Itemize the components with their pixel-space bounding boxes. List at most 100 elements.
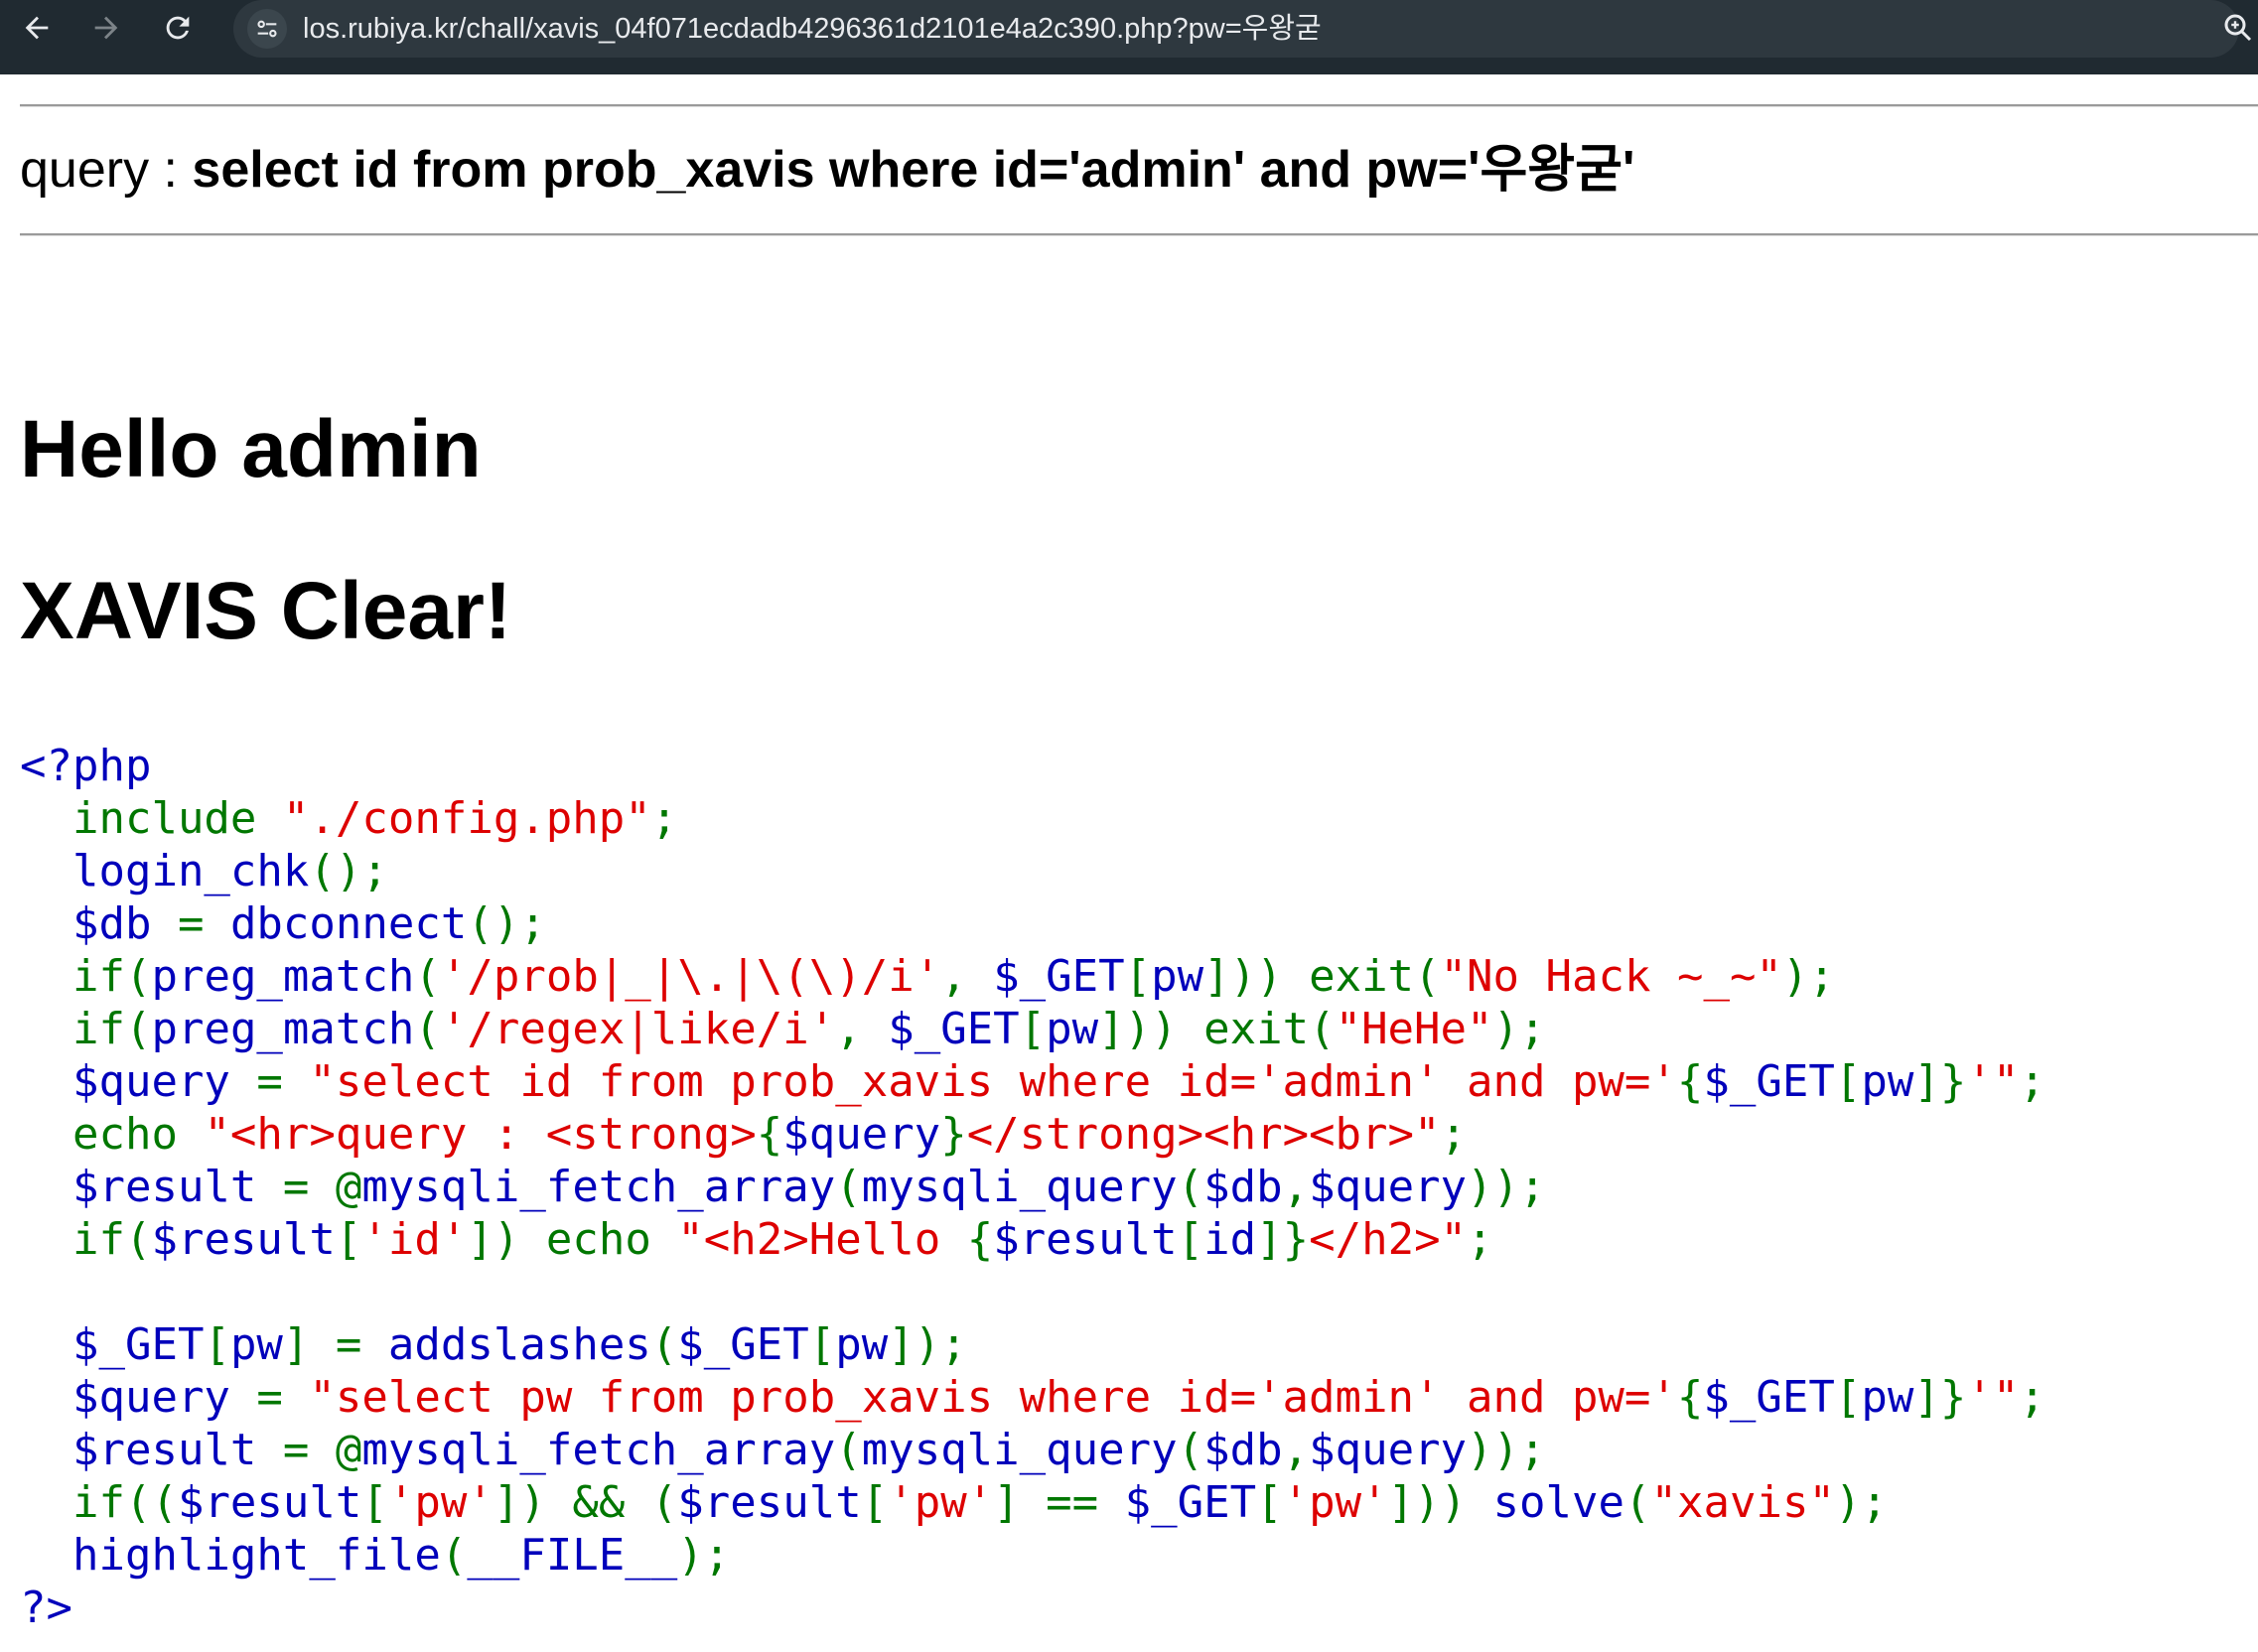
code-token: ( (1177, 1162, 1204, 1212)
site-info-button[interactable] (247, 9, 287, 49)
code-token: [ (1834, 1372, 1862, 1423)
code-token: highlight_file (20, 1530, 441, 1581)
code-token: pw (1861, 1056, 1914, 1107)
code-token: "No Hack ~_~" (1440, 951, 1782, 1002)
code-token: mysqli_query (861, 1162, 1178, 1212)
code-token: = @ (282, 1425, 362, 1475)
code-line: $query = "select id from prob_xavis wher… (20, 1055, 2046, 1108)
top-divider (20, 104, 2258, 107)
code-token: mysqli_query (861, 1425, 1178, 1475)
code-token: id (1203, 1214, 1257, 1265)
code-token: $result (20, 1425, 283, 1475)
code-token: preg_match (151, 1004, 415, 1054)
code-line: $result = @mysqli_fetch_array(mysqli_que… (20, 1161, 2046, 1213)
arrow-left-icon (25, 16, 49, 40)
code-token: , (835, 1004, 889, 1054)
code-line: highlight_file(__FILE__); (20, 1529, 2046, 1582)
code-line: ?> (20, 1582, 2046, 1634)
code-token: ; (2019, 1056, 2046, 1107)
code-token: pw (229, 1319, 283, 1370)
code-line: $db = dbconnect(); (20, 897, 2046, 950)
code-token: ]} (1256, 1214, 1310, 1265)
code-token: '" (1966, 1056, 2020, 1107)
code-token: "xavis" (1650, 1477, 1835, 1528)
code-token: ?> (20, 1583, 72, 1633)
code-token: )); (1467, 1162, 1546, 1212)
bottom-divider (20, 233, 2258, 236)
code-token: (); (309, 846, 388, 896)
code-token: dbconnect (229, 898, 468, 949)
code-token: $_GET (20, 1319, 205, 1370)
page-content: query : select id from prob_xavis where … (0, 74, 2258, 1652)
code-token: ); (1834, 1477, 1888, 1528)
code-token: ])) exit( (1203, 951, 1441, 1002)
code-token: (); (467, 898, 546, 949)
code-token: addslashes (387, 1319, 651, 1370)
code-token: '/prob|_|\.|\(\)/i' (440, 951, 941, 1002)
code-token: $result (151, 1214, 336, 1265)
code-token: $_GET (1124, 1477, 1257, 1528)
code-token: $result (20, 1162, 283, 1212)
code-token: { (966, 1214, 994, 1265)
back-button[interactable] (13, 4, 61, 52)
code-token: $_GET (677, 1319, 809, 1370)
query-label: query : (20, 141, 193, 199)
arrow-right-icon (94, 16, 118, 40)
code-token: [ (861, 1477, 889, 1528)
code-token: "<h2>Hello (677, 1214, 967, 1265)
hello-heading: Hello admin (20, 404, 482, 494)
zoom-icon[interactable] (2220, 10, 2256, 46)
code-token: [ (361, 1477, 388, 1528)
code-token: $result (993, 1214, 1178, 1265)
query-sql: select id from prob_xavis where id='admi… (192, 141, 1635, 199)
browser-toolbar: los.rubiya.kr/chall/xavis_04f071ecdadb42… (0, 0, 2258, 74)
code-token: if( (71, 1004, 152, 1054)
code-token: pw (1151, 951, 1204, 1002)
code-token: 'id' (361, 1214, 468, 1265)
code-token: mysqli_fetch_array (361, 1425, 836, 1475)
code-token: solve (1492, 1477, 1624, 1528)
code-token: ); (1492, 1004, 1546, 1054)
code-line: login_chk(); (20, 845, 2046, 897)
code-token: = (256, 1056, 310, 1107)
code-token: $db (20, 898, 178, 949)
code-token: 'pw' (888, 1477, 994, 1528)
code-token: ( (835, 1425, 862, 1475)
code-line: $_GET[pw] = addslashes($_GET[pw]); (20, 1318, 2046, 1371)
code-token: $_GET (888, 1004, 1020, 1054)
code-token: pw (1861, 1372, 1914, 1423)
code-token: ( (414, 951, 441, 1002)
url-text[interactable]: los.rubiya.kr/chall/xavis_04f071ecdadb42… (303, 10, 1322, 48)
code-token: ] = (282, 1319, 388, 1370)
code-line: if(preg_match('/prob|_|\.|\(\)/i', $_GET… (20, 950, 2046, 1003)
code-token: $query (20, 1056, 257, 1107)
address-bar[interactable]: los.rubiya.kr/chall/xavis_04f071ecdadb42… (233, 0, 2239, 58)
code-token: ); (1781, 951, 1835, 1002)
reload-button[interactable] (154, 4, 202, 52)
code-token: ]} (1913, 1372, 1967, 1423)
code-token: , (1282, 1425, 1310, 1475)
code-token: $query (1309, 1425, 1468, 1475)
code-token: $result (177, 1477, 362, 1528)
code-token: [ (1834, 1056, 1862, 1107)
code-token: ( (650, 1319, 678, 1370)
code-line: if($result['id']) echo "<h2>Hello {$resu… (20, 1213, 2046, 1266)
code-token: [ (204, 1319, 230, 1370)
code-token: ( (440, 1530, 468, 1581)
code-token: 'pw' (387, 1477, 494, 1528)
code-token: ; (650, 793, 678, 844)
forward-button[interactable] (82, 4, 130, 52)
code-token: = @ (282, 1162, 362, 1212)
code-token: '/regex|like/i' (440, 1004, 836, 1054)
code-token: ( (835, 1162, 862, 1212)
code-token: ; (1467, 1214, 1493, 1265)
code-token: { (756, 1109, 783, 1160)
code-token: pw (835, 1319, 889, 1370)
code-token: ]) && ( (493, 1477, 678, 1528)
code-token: $db (1203, 1425, 1283, 1475)
code-token: [ (1177, 1214, 1204, 1265)
code-token: </strong><hr><br>" (966, 1109, 1441, 1160)
